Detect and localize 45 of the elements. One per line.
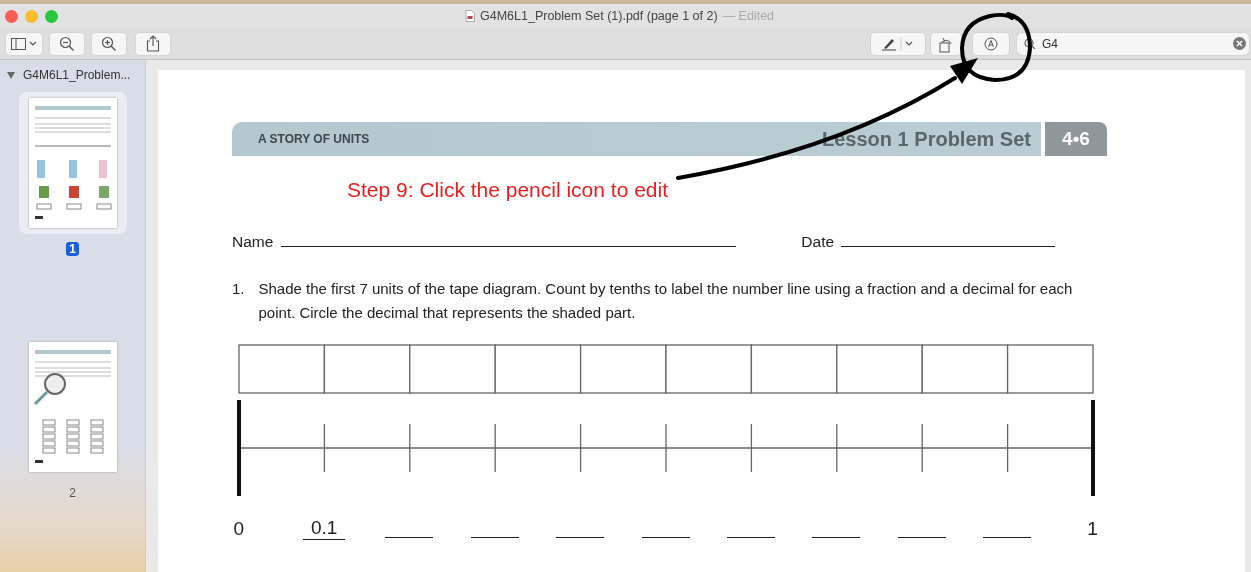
label-fill-in-line[interactable] [385,537,434,538]
edited-status: — Edited [722,9,775,23]
number-label: 0 [233,518,244,540]
number-label: 1 [1087,518,1098,540]
zoom-button[interactable] [45,9,58,23]
question-text: Shade the first 7 units of the tape diagram. Count by tenths to label the number line using a fraction and a decimal for each point. Circle the decimal that represents the shaded part. [258,279,1074,323]
name-label: Name [232,233,274,251]
sidebar-icon [11,37,37,50]
label-fill-in-line[interactable] [983,537,1032,538]
number-label: 0.1 [302,517,346,540]
label-fill-in-line[interactable] [812,537,861,538]
rotate-button[interactable] [931,32,961,55]
window-title: G4M6L1_Problem Set (1).pdf (page 1 of 2) [480,9,718,23]
share-icon [146,35,160,52]
series-title: A STORY OF UNITS [258,132,370,146]
zoom-out-button[interactable] [50,32,84,55]
sidebar-toggle-button[interactable] [6,32,42,55]
clear-search-icon[interactable] [1233,37,1246,50]
zoom-in-icon [101,35,117,52]
date-fill-in-line[interactable] [841,245,1056,247]
circled-a-icon [984,36,998,51]
share-button[interactable] [136,32,170,55]
question-number: 1. [232,279,245,299]
markup-button[interactable] [973,32,1009,55]
disclosure-triangle-icon[interactable] [7,71,15,79]
label-fill-in-line[interactable] [727,537,776,538]
close-button[interactable] [5,9,18,23]
pencil-button[interactable] [871,32,925,55]
zoom-in-button[interactable] [92,32,126,55]
search-field[interactable]: G4 [1017,32,1249,55]
pencil-icon [881,36,915,51]
module-badge: 4•6 [1045,122,1107,156]
zoom-out-icon [59,35,75,52]
document-name: G4M6L1_Problem... [23,68,131,82]
label-fill-in-line[interactable] [641,537,690,538]
page-number: 1 [66,242,79,256]
label-fill-in-line[interactable] [897,537,946,538]
label-fill-in-line[interactable] [556,537,605,538]
instruction-annotation: Step 9: Click the pencil icon to edit [347,178,669,202]
date-label: Date [801,233,835,251]
name-fill-in-line[interactable] [281,245,737,247]
page-number: 2 [68,486,77,500]
pdf-document-icon [465,10,475,22]
page-thumbnail[interactable] [18,92,127,234]
label-fill-in-line[interactable] [470,537,519,538]
